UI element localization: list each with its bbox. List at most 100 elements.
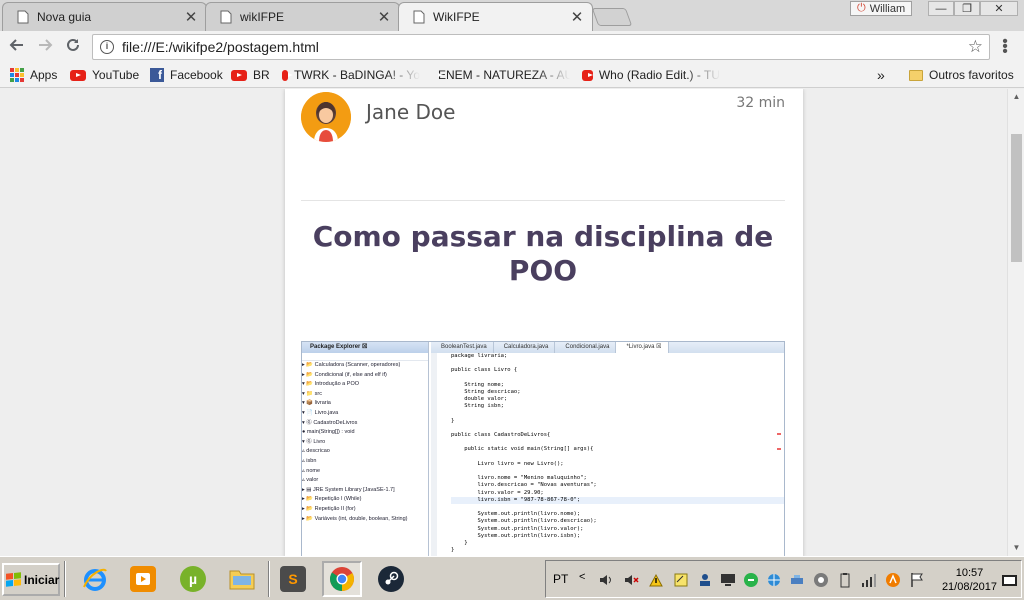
scroll-up-icon[interactable]: ▲: [1008, 89, 1024, 105]
back-button[interactable]: [6, 36, 28, 58]
sublime-text-app[interactable]: S: [273, 561, 313, 597]
reload-button[interactable]: [62, 36, 84, 58]
bookmark-other-favorites[interactable]: Outros favoritos: [909, 67, 1014, 83]
system-clock[interactable]: 10:57 21/08/2017: [942, 566, 997, 594]
editor-tab: BooleanTest.java: [431, 342, 494, 353]
sublime-text-icon: S: [280, 566, 306, 592]
code-line: }: [451, 539, 468, 546]
vertical-scrollbar[interactable]: ▲ ▼: [1007, 89, 1024, 556]
action-center-flag-icon[interactable]: [909, 572, 925, 588]
folder-icon: [229, 570, 255, 590]
chrome-app[interactable]: [322, 561, 362, 597]
tab-title: Nova guia: [37, 10, 92, 24]
user-network-icon[interactable]: [697, 572, 713, 588]
taskbar: Iniciar µ S PT < 10:57 21/08/2017: [0, 556, 1024, 600]
system-tray: PT < 10:57 21/08/2017: [545, 560, 1022, 598]
close-icon[interactable]: ✕: [570, 8, 584, 26]
internet-explorer-app[interactable]: [75, 561, 115, 597]
bookmark-apps[interactable]: Apps: [10, 67, 57, 83]
forward-button[interactable]: [34, 36, 56, 58]
volume-muted-icon[interactable]: [623, 572, 639, 588]
code-line: livro.descricao = "Novas aventuras";: [451, 482, 597, 489]
signal-bars-icon[interactable]: [861, 572, 877, 588]
bookmark-facebook[interactable]: f Facebook: [150, 67, 223, 83]
youtube-icon: [231, 69, 247, 81]
bookmark-label: TWRK - BaDINGA! - Yo: [293, 68, 420, 82]
file-explorer-app[interactable]: [222, 561, 262, 597]
post-time: 32 min: [736, 95, 785, 111]
close-icon[interactable]: ✕: [184, 8, 198, 26]
monitor-tray-icon[interactable]: [720, 572, 736, 588]
post-image-eclipse-screenshot: Package Explorer ☒ ▸ 📂 Calculadora (Scan…: [301, 341, 785, 556]
internet-explorer-icon: [83, 568, 107, 591]
battery-icon[interactable]: [837, 572, 853, 588]
scroll-down-icon[interactable]: ▼: [1008, 540, 1024, 556]
media-player-app[interactable]: [123, 561, 163, 597]
author-name[interactable]: Jane Doe: [366, 100, 455, 124]
scrollbar-thumb[interactable]: [1011, 134, 1022, 262]
new-tab-button[interactable]: [591, 8, 633, 26]
menu-icon[interactable]: • • •: [1000, 34, 1010, 60]
youtube-icon: [70, 69, 86, 81]
language-indicator[interactable]: PT: [553, 572, 568, 586]
bookmark-label: Outros favoritos: [929, 68, 1014, 82]
code-line: System.out.println(livro.valor);: [451, 525, 584, 532]
bookmark-youtube[interactable]: YouTube: [70, 67, 139, 83]
steam-app[interactable]: [371, 561, 411, 597]
green-app-icon[interactable]: [743, 572, 759, 588]
profile-name: William: [869, 2, 906, 15]
url-text[interactable]: file:///E:/wikifpe2/postagem.html: [122, 39, 968, 55]
close-icon[interactable]: ✕: [377, 8, 391, 26]
minimize-button[interactable]: —: [928, 1, 954, 16]
bookmark-who[interactable]: Who (Radio Edit.) - TU: [582, 67, 720, 83]
star-icon[interactable]: ☆: [968, 37, 983, 57]
avast-icon[interactable]: [885, 572, 901, 588]
info-icon[interactable]: i: [100, 40, 114, 54]
connection-icon[interactable]: [789, 572, 805, 588]
network-warning-icon[interactable]: [648, 572, 664, 588]
code-line: }: [451, 547, 455, 554]
network-globe-icon[interactable]: [766, 572, 782, 588]
start-button[interactable]: Iniciar: [2, 563, 60, 596]
audio-icon[interactable]: [598, 572, 614, 588]
profile-button[interactable]: ⏻ William: [850, 1, 913, 16]
package-explorer-panel: Package Explorer ☒ ▸ 📂 Calculadora (Scan…: [302, 342, 429, 556]
notes-icon[interactable]: [673, 572, 689, 588]
address-bar[interactable]: i file:///E:/wikifpe2/postagem.html ☆: [92, 34, 990, 60]
youtube-icon: [582, 69, 593, 81]
media-player-icon: [130, 566, 156, 592]
code-line: livro.nome = "Menino maluquinho";: [451, 475, 587, 482]
youtube-icon: [282, 69, 293, 81]
bookmark-label: YouTube: [92, 68, 140, 82]
close-window-button[interactable]: ✕: [980, 1, 1018, 16]
reload-icon: [67, 38, 79, 51]
show-desktop-icon[interactable]: [1002, 575, 1017, 586]
bookmark-twrk[interactable]: TWRK - BaDINGA! - Yo: [282, 67, 420, 83]
bookmark-label: Apps: [30, 68, 58, 82]
code-line: double valor;: [451, 396, 508, 403]
tab-wikifpe-active[interactable]: WikIFPE ✕: [398, 2, 593, 31]
package-explorer-title: Package Explorer ☒: [302, 342, 428, 353]
page-icon: [413, 10, 425, 24]
code-line: livro.isbn = "987-78-867-78-0";: [451, 496, 784, 504]
bookmark-label: Who (Radio Edit.) - TU: [598, 68, 720, 82]
post-title: Como passar na disciplina de POO: [312, 220, 774, 287]
user-icon: ⏻: [857, 2, 866, 14]
bookmark-enem[interactable]: ENEM - NATUREZA - AU: [432, 67, 570, 83]
code-line: String isbn;: [451, 403, 504, 410]
bookmarks-overflow-button[interactable]: »: [877, 67, 885, 83]
tray-expand-icon[interactable]: <: [579, 571, 585, 583]
bookmark-br[interactable]: BR: [231, 67, 270, 83]
page-icon: [220, 10, 232, 24]
antivirus-icon[interactable]: [813, 572, 829, 588]
tab-nova-guia[interactable]: Nova guia ✕: [2, 2, 207, 31]
bookmark-label: Facebook: [170, 68, 223, 82]
restore-button[interactable]: ❐: [954, 1, 980, 16]
tree-item: ▾ 📄 Livro.java: [302, 409, 339, 416]
utorrent-app[interactable]: µ: [173, 561, 213, 597]
tree-item: ▸ 📂 Calculadora (Scanner, operadores): [302, 362, 401, 368]
author-avatar[interactable]: [301, 92, 351, 142]
tab-wikifpe[interactable]: wikIFPE ✕: [205, 2, 400, 31]
